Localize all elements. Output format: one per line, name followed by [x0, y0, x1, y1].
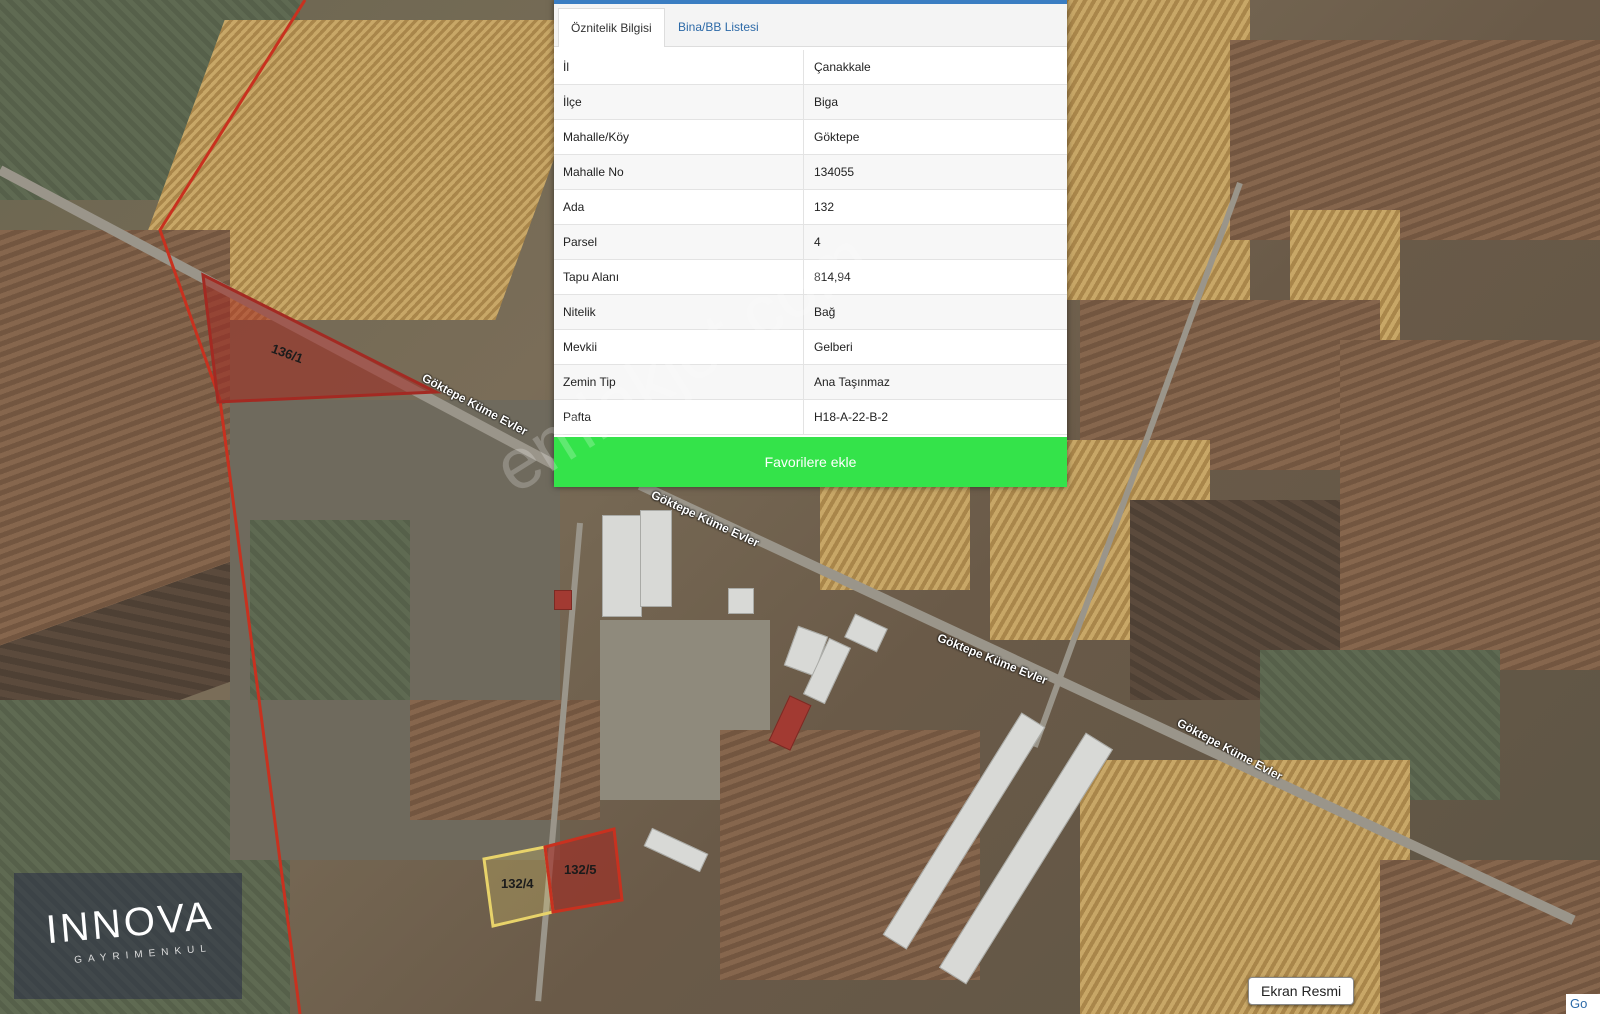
- attribute-value: Çanakkale: [814, 60, 871, 74]
- attribute-value: H18-A-22-B-2: [814, 410, 889, 424]
- attribute-key: İl: [554, 50, 804, 84]
- attribute-key: Nitelik: [554, 295, 804, 329]
- attribute-key: Pafta: [554, 400, 804, 434]
- innova-logo: INNOVA GAYRIMENKUL: [14, 873, 242, 999]
- table-row: İl Çanakkale: [554, 50, 1067, 85]
- table-row: Ada 132: [554, 190, 1067, 225]
- table-row: Zemin Tip Ana Taşınmaz: [554, 365, 1067, 400]
- attribute-key: İlçe: [554, 85, 804, 119]
- attribute-value: Göktepe: [814, 130, 860, 144]
- attribute-value: Ana Taşınmaz: [814, 375, 890, 389]
- attribute-key: Zemin Tip: [554, 365, 804, 399]
- table-row: Parsel 4: [554, 225, 1067, 260]
- tab-oznitelik-bilgisi[interactable]: Öznitelik Bilgisi: [558, 8, 665, 47]
- attribute-value: Biga: [814, 95, 839, 109]
- attribute-value: 134055: [814, 165, 855, 179]
- screenshot-button[interactable]: Ekran Resmi: [1248, 977, 1355, 1005]
- attribute-key: Mahalle No: [554, 155, 804, 189]
- table-row: İlçe Biga: [554, 85, 1067, 120]
- attribute-key: Mevkii: [554, 330, 804, 364]
- table-row: Tapu Alanı 814,94: [554, 260, 1067, 295]
- attribute-value: 4: [814, 235, 821, 249]
- table-row: Mevkii Gelberi: [554, 330, 1067, 365]
- attribute-value: 132: [814, 200, 835, 214]
- parcel-label-132-5: 132/5: [564, 862, 597, 877]
- panel-tabs: Öznitelik Bilgisi Bina/BB Listesi: [554, 4, 1067, 47]
- attribute-key: Parsel: [554, 225, 804, 259]
- table-row: Nitelik Bağ: [554, 295, 1067, 330]
- attribute-value: Bağ: [814, 305, 836, 319]
- table-row: Mahalle/Köy Göktepe: [554, 120, 1067, 155]
- boundary-line: [158, 0, 307, 1014]
- map-provider-logo[interactable]: Go: [1566, 994, 1600, 1014]
- parcel-info-panel: Öznitelik Bilgisi Bina/BB Listesi İl Çana…: [554, 0, 1067, 487]
- table-row: Pafta H18-A-22-B-2: [554, 400, 1067, 435]
- attribute-value: Gelberi: [814, 340, 853, 354]
- attribute-value: 814,94: [814, 270, 851, 284]
- attribute-key: Tapu Alanı: [554, 260, 804, 294]
- parcel-136-1: [201, 272, 442, 404]
- tab-bina-bb-listesi[interactable]: Bina/BB Listesi: [666, 8, 771, 46]
- attribute-key: Mahalle/Köy: [554, 120, 804, 154]
- attribute-key: Ada: [554, 190, 804, 224]
- attribute-table: İl Çanakkale İlçe Biga Mahalle/Köy Göktepe …: [554, 50, 1067, 435]
- table-row: Mahalle No 134055: [554, 155, 1067, 190]
- add-to-favorites-button[interactable]: Favorilere ekle: [554, 437, 1067, 487]
- parcel-label-132-4: 132/4: [501, 876, 534, 891]
